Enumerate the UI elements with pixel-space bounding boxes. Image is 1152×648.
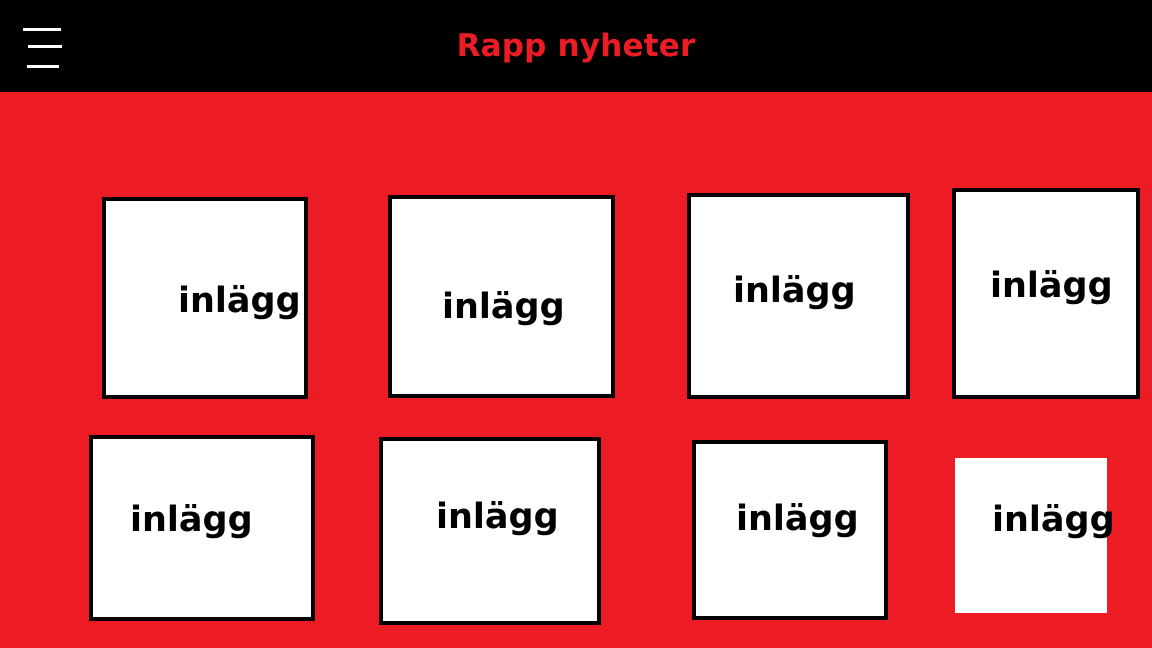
post-label: inlägg — [442, 287, 565, 327]
post-card[interactable]: inlägg — [687, 193, 910, 399]
post-card[interactable]: inlägg — [102, 197, 308, 399]
post-label: inlägg — [990, 266, 1113, 306]
app: Rapp nyheter inlägg inlägg inlägg inlägg… — [0, 0, 1152, 648]
post-label: inlägg — [736, 499, 859, 539]
post-card[interactable]: inlägg — [955, 458, 1115, 613]
post-label: inlägg — [178, 281, 301, 321]
post-card[interactable]: inlägg — [388, 195, 615, 398]
post-label: inlägg — [992, 500, 1115, 540]
post-card[interactable]: inlägg — [692, 440, 888, 620]
app-title: Rapp nyheter — [456, 28, 696, 64]
header-bar: Rapp nyheter — [0, 0, 1152, 92]
post-label: inlägg — [436, 497, 559, 537]
post-card[interactable]: inlägg — [952, 188, 1140, 399]
post-label: inlägg — [130, 500, 253, 540]
post-card[interactable]: inlägg — [89, 435, 315, 621]
post-label: inlägg — [733, 271, 856, 311]
post-card[interactable]: inlägg — [379, 437, 601, 625]
